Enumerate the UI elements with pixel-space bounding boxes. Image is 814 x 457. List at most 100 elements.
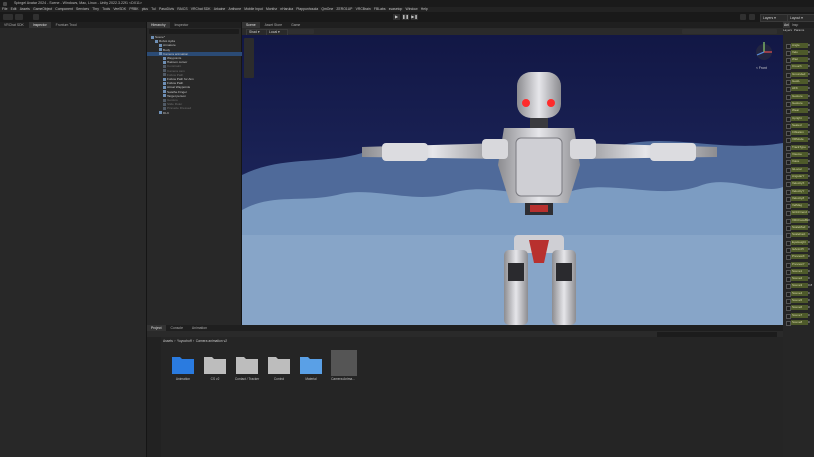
parameter-value[interactable]: 0 <box>808 152 810 157</box>
parameter-row[interactable]: Gesture 0 <box>784 93 814 100</box>
menu-item[interactable]: plus <box>142 7 148 11</box>
asset-label[interactable]: Material <box>296 377 326 381</box>
menu-item[interactable]: ZERO1UP <box>336 7 352 11</box>
search-icon[interactable] <box>749 14 755 20</box>
prefab-icon[interactable] <box>331 350 357 376</box>
parameter-row[interactable]: Scene1 0 <box>784 268 814 275</box>
parameter-row[interactable]: IsAnimPl 0 <box>784 246 814 253</box>
tab-fruntum-trool[interactable]: Fruntum Trool <box>52 22 81 28</box>
parameter-value[interactable]: 0 <box>808 305 810 310</box>
menu-item[interactable]: Plappunhouda <box>296 7 318 11</box>
parameter-value[interactable]: 0 <box>808 57 810 62</box>
parameter-value[interactable]: 0 <box>808 130 810 135</box>
parameter-value[interactable]: 0 <box>808 123 810 128</box>
parameter-row[interactable]: Crouch 0 <box>784 64 814 71</box>
parameter-row[interactable]: Upright 0 <box>784 115 814 122</box>
parameter-value[interactable]: 0 <box>808 79 810 84</box>
menu-item[interactable]: QmOne <box>321 7 333 11</box>
breadcrumb-item[interactable]: Camera animation v2 <box>196 339 227 343</box>
parameter-row[interactable]: AngularY 0 <box>784 173 814 180</box>
parameter-value[interactable]: 0 <box>808 43 810 48</box>
parameter-row[interactable]: Wear 0 <box>784 108 814 115</box>
parameter-value[interactable]: 0 <box>808 159 810 164</box>
parameter-row[interactable]: IsLocal 0 <box>784 166 814 173</box>
menu-item[interactable]: Arkaine <box>214 7 226 11</box>
menu-item[interactable]: Window <box>406 7 418 11</box>
parameter-row[interactable]: AFK 0 <box>784 86 814 93</box>
parameter-value[interactable]: 0 <box>808 108 810 113</box>
parameter-value[interactable]: 0 <box>808 232 810 237</box>
parameter-row[interactable]: Voice 0 <box>784 159 814 166</box>
breadcrumb-item[interactable]: Assets <box>163 339 173 343</box>
menu-item[interactable]: nHaruka <box>280 7 293 11</box>
snap-toolbar[interactable] <box>288 29 314 34</box>
parameter-value[interactable]: 0 <box>808 167 810 172</box>
tab-vrchat-sdk[interactable]: VRChat SDK <box>0 22 28 28</box>
parameter-row[interactable]: VelocityZ 0 <box>784 195 814 202</box>
folder-icon[interactable] <box>299 353 323 375</box>
parameter-value[interactable]: 0 <box>808 196 810 201</box>
parameter-row[interactable]: IsOnFriend 0 <box>784 210 814 217</box>
parameter-value[interactable]: 0 <box>808 101 810 106</box>
scene-view-options[interactable] <box>682 29 777 34</box>
parameter-row[interactable]: Seated 0 <box>784 122 814 129</box>
menu-item[interactable]: Mobile Input <box>244 7 262 11</box>
folder-icon[interactable] <box>267 353 291 375</box>
asset-label[interactable]: CS v2 <box>200 377 230 381</box>
step-button[interactable]: ▶❚ <box>411 14 418 20</box>
parameter-row[interactable]: VelocityX 0 <box>784 181 814 188</box>
menu-item[interactable]: Assets <box>20 7 30 11</box>
menu-item[interactable]: VRCBrain <box>356 7 371 11</box>
menu-item[interactable]: Thry <box>92 7 99 11</box>
parameter-row[interactable]: Scene2 0 <box>784 276 814 283</box>
parameter-row[interactable]: TrackType 0 <box>784 144 814 151</box>
parameter-row[interactable]: InStation 0 <box>784 130 814 137</box>
parameter-value[interactable]: 0 <box>808 225 810 230</box>
parameter-value[interactable]: 0 <box>808 174 810 179</box>
parameter-row[interactable]: Scene7 0 <box>784 312 814 319</box>
menu-item[interactable]: VRChat SDK <box>191 7 211 11</box>
collab-icon[interactable] <box>33 14 39 20</box>
menu-item[interactable]: RAICS <box>177 7 187 11</box>
parameter-value[interactable]: 0 <box>808 189 810 194</box>
parameter-row[interactable]: Angle 0 <box>784 42 814 49</box>
parameter-row[interactable]: Scene5 0 <box>784 298 814 305</box>
menu-item[interactable]: Edit <box>11 7 17 11</box>
menu-item[interactable]: PasoDivis <box>159 7 174 11</box>
parameter-value[interactable]: 0 <box>808 72 810 77</box>
folder-icon[interactable] <box>203 353 227 375</box>
parameter-row[interactable]: PreviewY 0 <box>784 261 814 268</box>
project-search-input[interactable] <box>657 331 777 337</box>
menu-item[interactable]: svasetop <box>389 7 403 11</box>
menu-item[interactable]: Tul <box>151 7 156 11</box>
tab-layers[interactable]: Layers <box>783 28 792 32</box>
parameter-value[interactable]: 0 <box>808 64 810 69</box>
parameter-row[interactable]: PreviewX 0 <box>784 254 814 261</box>
history-icon[interactable] <box>740 14 746 20</box>
parameter-row[interactable]: VRCFaceBlend0 <box>784 217 814 224</box>
parameter-value[interactable]: 0.8 <box>808 283 812 288</box>
breadcrumb-item[interactable]: Yuyoohoff <box>177 339 192 343</box>
parameter-row[interactable]: Viseme 0 <box>784 152 814 159</box>
parameter-value[interactable]: 0 <box>808 137 810 142</box>
asset-label[interactable]: Contact / Tracker <box>232 377 262 381</box>
parameter-value[interactable]: 0 <box>808 50 810 55</box>
folder-icon[interactable] <box>235 353 259 375</box>
parameter-value[interactable]: 0 <box>808 145 810 150</box>
parameter-row[interactable]: ScaleMod 0 <box>784 225 814 232</box>
menu-item[interactable]: Monthz <box>266 7 277 11</box>
parameter-row[interactable]: Scene6 0 <box>784 305 814 312</box>
parameter-value[interactable]: 0 <box>808 86 810 91</box>
menu-item[interactable]: Help <box>421 7 428 11</box>
account-button[interactable] <box>3 14 13 20</box>
parameter-value[interactable]: 0 <box>808 298 810 303</box>
parameter-value[interactable]: 0 <box>808 218 810 223</box>
menu-item[interactable]: File <box>2 7 7 11</box>
tab-inspector-2[interactable]: Inspector <box>170 22 192 28</box>
tab-params[interactable]: Params <box>794 28 804 32</box>
parameter-value[interactable]: 0 <box>808 247 810 252</box>
menu-item[interactable]: FBLabs <box>374 7 386 11</box>
asset-label[interactable]: Animation <box>168 377 198 381</box>
layout-dropdown[interactable]: Layout ▾ <box>787 14 814 22</box>
parameter-value[interactable]: 0 <box>808 94 810 99</box>
